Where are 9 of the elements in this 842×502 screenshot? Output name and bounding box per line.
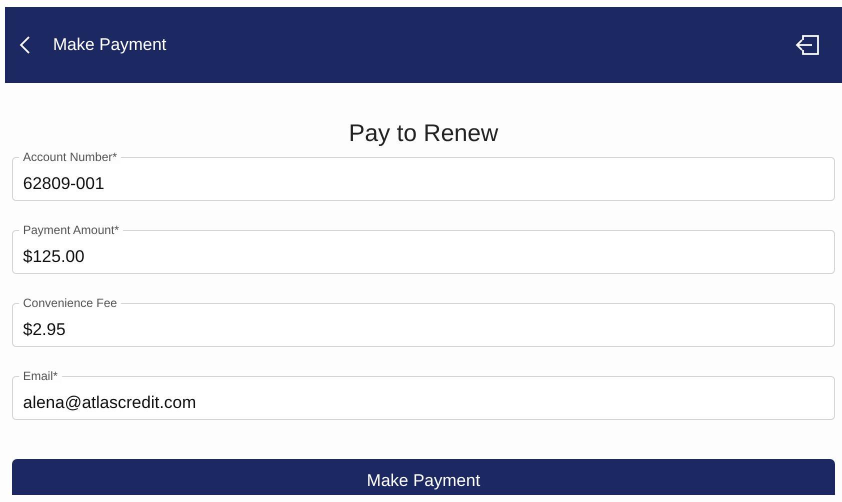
- make-payment-button[interactable]: Make Payment: [12, 459, 835, 495]
- header-title: Make Payment: [53, 35, 168, 55]
- logout-icon[interactable]: [794, 33, 820, 57]
- back-icon[interactable]: [19, 35, 31, 55]
- field-label: Payment Amount*: [19, 223, 124, 237]
- field-label: Email*: [19, 369, 62, 383]
- form-heading: Pay to Renew: [348, 119, 500, 149]
- field-label: Convenience Fee: [19, 296, 122, 310]
- field-label: Account Number*: [19, 150, 122, 164]
